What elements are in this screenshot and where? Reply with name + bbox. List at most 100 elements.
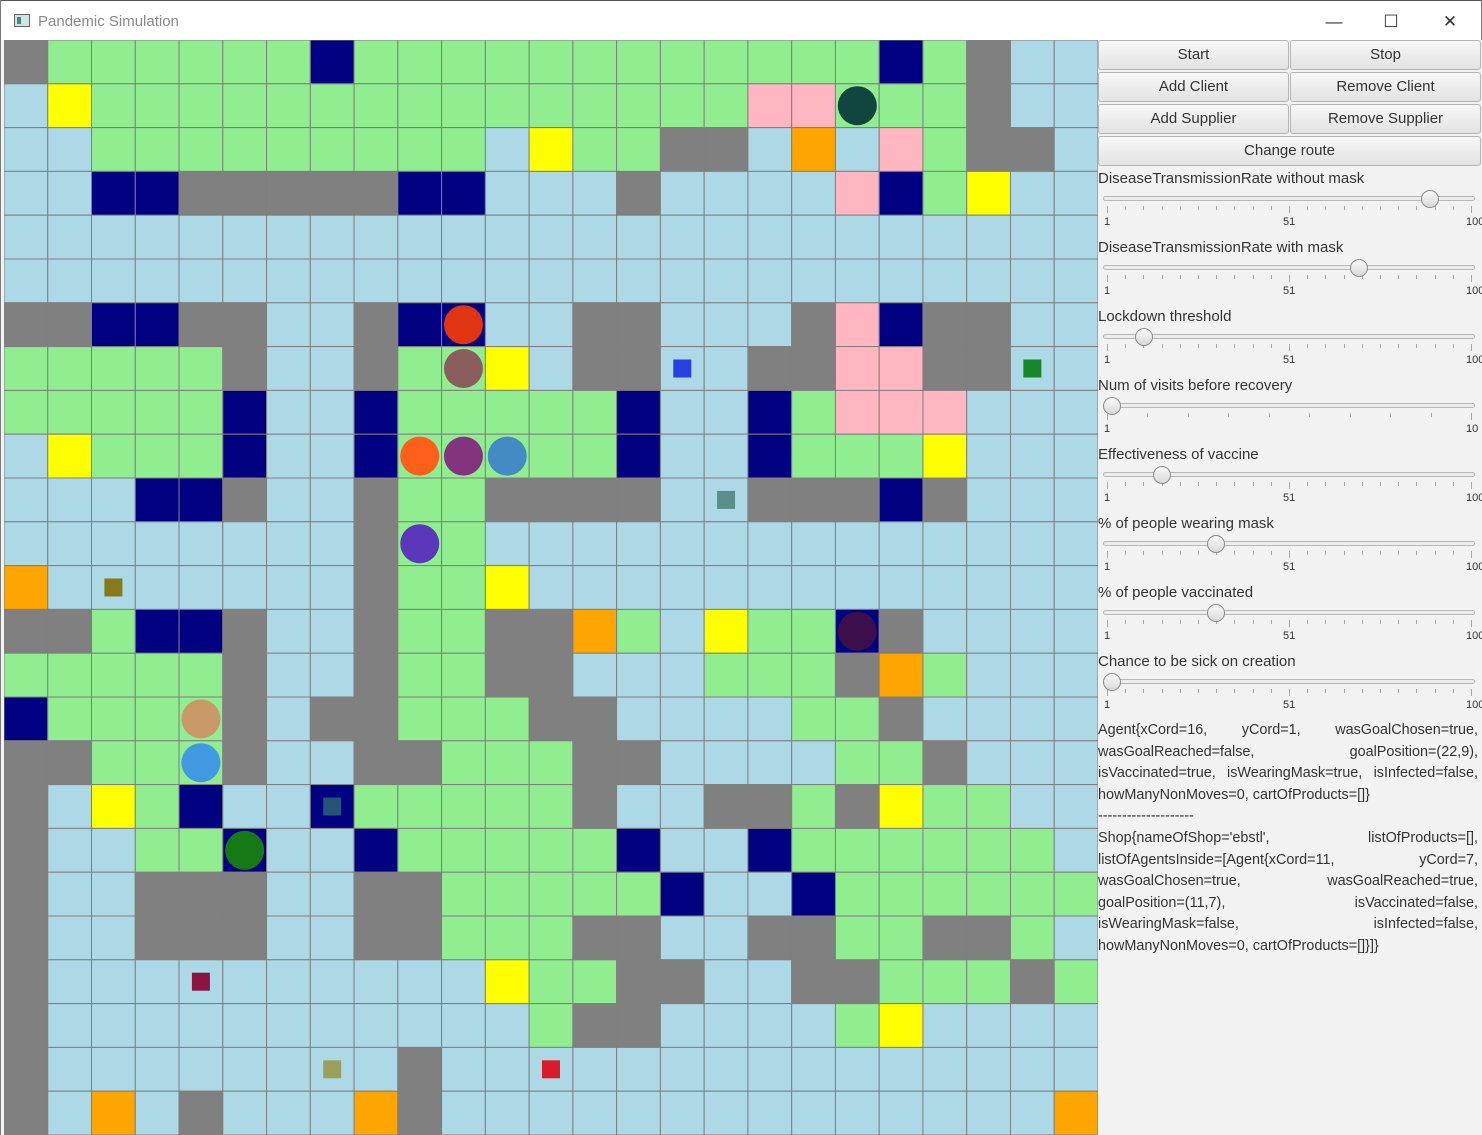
grid-cell-wall[interactable] [4, 827, 49, 873]
grid-cell-road[interactable] [178, 1003, 224, 1048]
grid-cell-road[interactable] [4, 214, 49, 260]
grid-cell-shop[interactable] [47, 83, 93, 129]
slider-thumb[interactable] [1135, 328, 1154, 346]
grid-cell-road[interactable] [966, 389, 1011, 435]
grid-cell-road[interactable] [484, 302, 530, 348]
grid-cell-house[interactable] [134, 477, 180, 523]
grid-cell-house[interactable] [878, 477, 924, 523]
grid-cell-road[interactable] [47, 258, 93, 304]
grid-cell-wall[interactable] [47, 302, 93, 348]
grid-cell-road[interactable] [309, 608, 355, 654]
grid-cell-grass[interactable] [4, 652, 49, 698]
grid-cell-road[interactable] [747, 302, 793, 348]
grid-cell-road[interactable] [91, 1003, 136, 1048]
grid-cell-road[interactable] [441, 214, 486, 260]
grid-cell-road[interactable] [1009, 565, 1055, 610]
grid-cell-road[interactable] [747, 740, 793, 786]
grid-cell-grass[interactable] [484, 83, 530, 129]
grid-cell-grass[interactable] [178, 827, 224, 873]
supplier-agent[interactable] [673, 359, 692, 378]
grid-cell-wall[interactable] [484, 608, 530, 654]
grid-cell-grass[interactable] [397, 696, 443, 742]
grid-cell-wall[interactable] [878, 608, 924, 654]
grid-cell-road[interactable] [703, 1090, 749, 1135]
grid-cell-wall[interactable] [353, 170, 399, 216]
grid-cell-road[interactable] [966, 258, 1011, 304]
grid-cell-wall[interactable] [47, 608, 93, 654]
grid-cell-shop[interactable] [484, 346, 530, 391]
grid-cell-wall[interactable] [397, 1046, 443, 1092]
grid-cell-grass[interactable] [441, 127, 486, 172]
grid-cell-road[interactable] [791, 1046, 836, 1092]
grid-cell-house[interactable] [134, 170, 180, 216]
grid-cell-grass[interactable] [441, 871, 486, 917]
grid-cell-wall[interactable] [1009, 959, 1055, 1005]
client-agent[interactable] [181, 699, 221, 739]
grid-cell-grass[interactable] [791, 696, 836, 742]
grid-cell-road[interactable] [134, 521, 180, 567]
supplier-agent[interactable] [323, 797, 342, 816]
grid-cell-grass[interactable] [178, 83, 224, 129]
grid-cell-grass[interactable] [441, 652, 486, 698]
grid-cell-wall[interactable] [353, 346, 399, 391]
client-agent[interactable] [400, 436, 440, 476]
grid-cell-grass[interactable] [834, 696, 880, 742]
supplier-agent[interactable] [1023, 359, 1042, 378]
grid-cell-road[interactable] [747, 696, 793, 742]
remove-supplier-button[interactable]: Remove Supplier [1290, 104, 1481, 134]
grid-cell-road[interactable] [791, 740, 836, 786]
grid-cell-grass[interactable] [834, 827, 880, 873]
grid-cell-road[interactable] [441, 1003, 486, 1048]
grid-cell-house[interactable] [222, 433, 268, 479]
grid-cell-road[interactable] [397, 258, 443, 304]
client-agent[interactable] [443, 305, 483, 345]
grid-cell-road[interactable] [1053, 83, 1098, 129]
grid-cell-hospital[interactable] [834, 170, 880, 216]
grid-cell-house[interactable] [441, 170, 486, 216]
grid-cell-road[interactable] [47, 784, 93, 829]
grid-cell-wall[interactable] [572, 696, 618, 742]
grid-cell-road[interactable] [47, 871, 93, 917]
grid-cell-road[interactable] [134, 1003, 180, 1048]
grid-cell-wall[interactable] [266, 170, 311, 216]
grid-cell-grass[interactable] [441, 696, 486, 742]
grid-cell-road[interactable] [47, 170, 93, 216]
grid-cell-road[interactable] [703, 389, 749, 435]
grid-cell-road[interactable] [922, 1003, 968, 1048]
grid-cell-shop[interactable] [484, 565, 530, 610]
grid-cell-grass[interactable] [922, 127, 968, 172]
grid-cell-road[interactable] [222, 214, 268, 260]
grid-cell-hospital[interactable] [834, 346, 880, 391]
grid-cell-road[interactable] [47, 827, 93, 873]
grid-cell-grass[interactable] [966, 784, 1011, 829]
grid-cell-grass[interactable] [91, 652, 136, 698]
grid-cell-road[interactable] [659, 433, 705, 479]
grid-cell-house[interactable] [878, 170, 924, 216]
grid-cell-wall[interactable] [966, 346, 1011, 391]
grid-cell-wall[interactable] [4, 740, 49, 786]
grid-cell-grass[interactable] [922, 784, 968, 829]
grid-cell-house[interactable] [178, 477, 224, 523]
grid-cell-road[interactable] [178, 565, 224, 610]
grid-cell-grass[interactable] [703, 652, 749, 698]
grid-cell-wall[interactable] [4, 1046, 49, 1092]
grid-cell-grass[interactable] [659, 83, 705, 129]
grid-cell-road[interactable] [1053, 608, 1098, 654]
grid-cell-road[interactable] [834, 214, 880, 260]
grid-cell-grass[interactable] [134, 346, 180, 391]
grid-cell-grass[interactable] [484, 784, 530, 829]
grid-cell-road[interactable] [266, 915, 311, 961]
grid-cell-grass[interactable] [616, 40, 661, 85]
grid-cell-grass[interactable] [878, 959, 924, 1005]
grid-cell-road[interactable] [1053, 696, 1098, 742]
grid-cell-grass[interactable] [922, 83, 968, 129]
grid-cell-grass[interactable] [222, 40, 268, 85]
grid-cell-road[interactable] [966, 696, 1011, 742]
grid-cell-wall[interactable] [659, 959, 705, 1005]
grid-cell-grass[interactable] [353, 784, 399, 829]
grid-cell-pharmacy[interactable] [91, 1090, 136, 1135]
grid-cell-road[interactable] [703, 214, 749, 260]
grid-cell-road[interactable] [222, 784, 268, 829]
grid-cell-wall[interactable] [966, 40, 1011, 85]
grid-cell-road[interactable] [747, 521, 793, 567]
